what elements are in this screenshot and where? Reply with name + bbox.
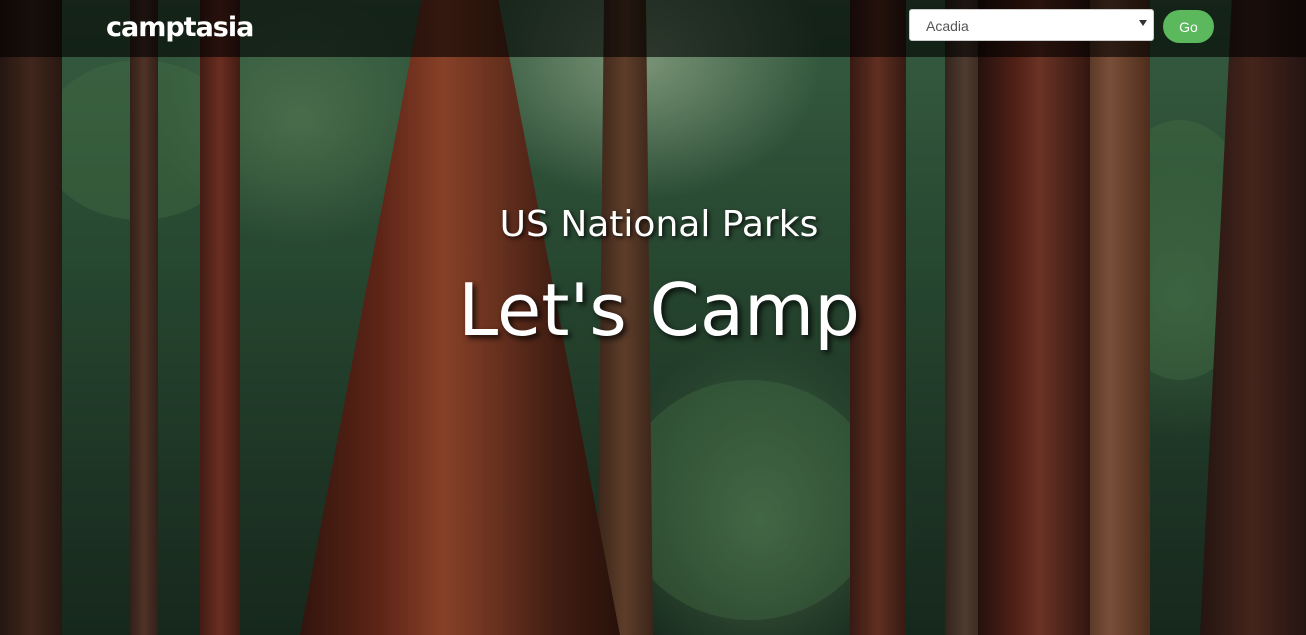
hero-subtitle: US National Parks (499, 204, 819, 245)
go-button[interactable]: Go (1163, 10, 1214, 43)
navbar: camptasia Acadia Go (0, 0, 1306, 57)
hero-title: Let's Camp (458, 268, 860, 352)
brand-logo[interactable]: camptasia (106, 11, 254, 45)
park-select[interactable]: Acadia (909, 9, 1154, 41)
caret-down-icon (1139, 20, 1147, 26)
park-select-value: Acadia (926, 18, 969, 34)
